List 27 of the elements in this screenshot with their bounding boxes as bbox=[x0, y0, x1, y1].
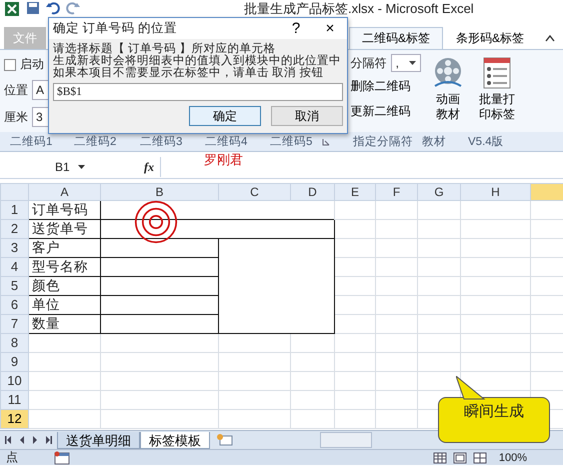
field-label: 分隔符 bbox=[350, 54, 387, 72]
ribbon-group-label: 二维码5 bbox=[270, 134, 312, 148]
table-cell: 订单号码 bbox=[28, 200, 100, 220]
window-title: 批量生成产品标签.xlsx - Microsoft Excel bbox=[244, 1, 474, 16]
status-text: 点 bbox=[6, 449, 18, 466]
ribbon-group-label: V5.4版 bbox=[468, 134, 504, 148]
ribbon-group-label: 二维码3 bbox=[140, 134, 182, 148]
table-cell: 颜色 bbox=[28, 276, 100, 296]
dialog-message: 请选择标题【 订单号码 】所对应的单元格 bbox=[53, 43, 276, 55]
callout-text: 瞬间生成 bbox=[464, 402, 524, 420]
table-cell: 客户 bbox=[28, 238, 100, 258]
table-cell: 单位 bbox=[28, 296, 100, 314]
table-cell: 数量 bbox=[28, 314, 100, 334]
field-label: 厘米 bbox=[4, 108, 28, 126]
checkbox-label: 启动 bbox=[20, 56, 44, 73]
dialog-message: 如果本项目不需要显示在标签中，请单击 取消 按钮 bbox=[53, 67, 324, 79]
ribbon-group-label: 二维码1 bbox=[10, 134, 52, 148]
author-name: 罗刚君 bbox=[204, 151, 243, 169]
ribbon-group-label: 二维码4 bbox=[205, 134, 248, 148]
ribbon-group-label: 指定分隔符 bbox=[353, 134, 413, 148]
table-cell: 送货单号 bbox=[28, 220, 100, 238]
dialog-message: 生成新表时会将明细表中的值填入到模块中的此位置中 bbox=[53, 55, 342, 67]
ribbon-group-label: 教材 bbox=[422, 134, 446, 148]
dialog-title: 确定 订单号码 的位置 bbox=[53, 20, 178, 37]
ribbon-group-label: 二维码2 bbox=[74, 134, 116, 148]
table-cell: 型号名称 bbox=[28, 258, 100, 276]
field-label: 位置 bbox=[4, 82, 28, 98]
